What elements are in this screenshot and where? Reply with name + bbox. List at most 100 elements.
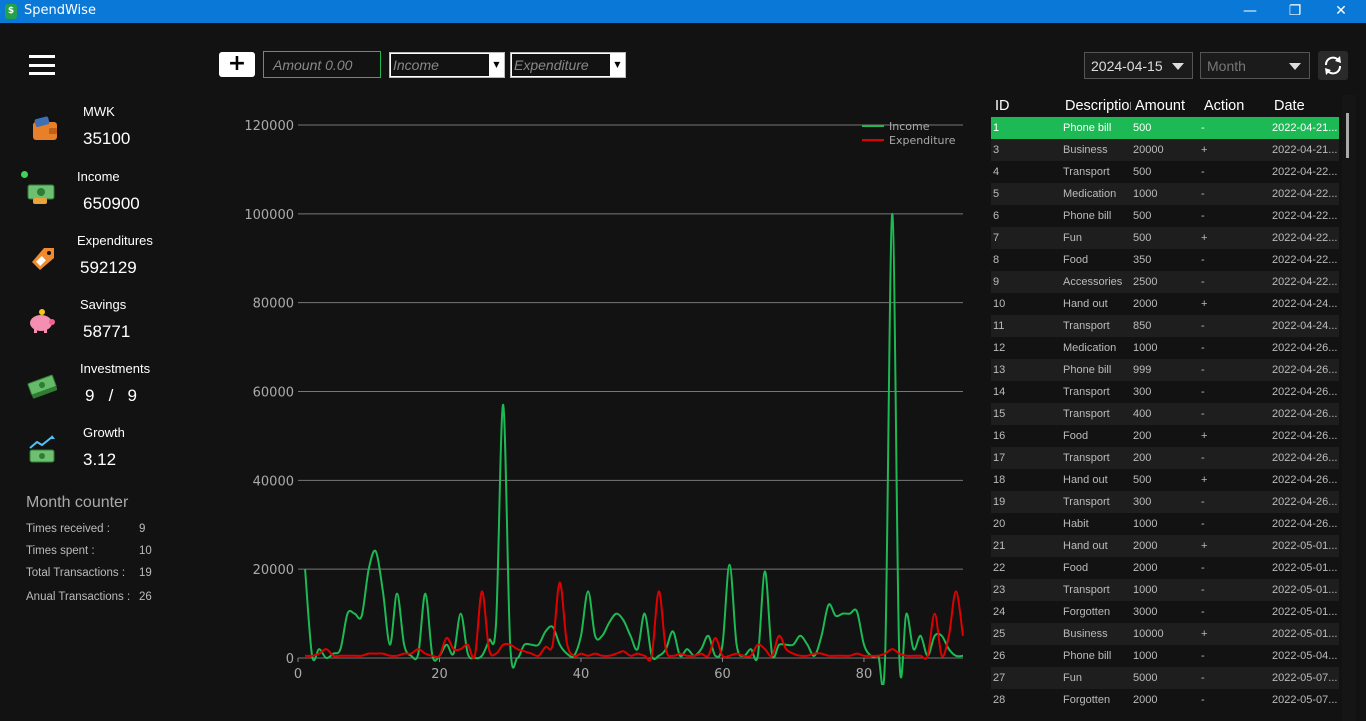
table-row[interactable]: 25 Business 10000 +2022-05-01... (991, 623, 1339, 645)
table-row[interactable]: 12 Medication 1000 - 2022-04-26... (991, 337, 1339, 359)
table-cell: Phone bill (1063, 122, 1112, 134)
table-cell: - (1201, 518, 1205, 530)
stat-value: 3.12 (83, 450, 117, 469)
table-cell: 3 (993, 144, 1000, 156)
date-value: 2024-04-15 (1091, 58, 1163, 74)
table-row[interactable]: 16 Food 200 +2022-04-26... (991, 425, 1339, 447)
table-row[interactable]: 27 Fun 5000 - 2022-05-07... (991, 667, 1339, 689)
table-row[interactable]: 10 Hand out 2000 +2022-04-24... (991, 293, 1339, 315)
y-tick-label: 60000 (253, 386, 294, 401)
table-cell: Transport (1063, 584, 1110, 596)
y-tick-label: 20000 (253, 563, 294, 578)
y-tick-label: 100000 (244, 208, 294, 223)
table-cell: 26 (993, 650, 1006, 662)
x-tick-label: 40 (573, 667, 590, 682)
table-cell: 2022-04-22... (1272, 166, 1338, 178)
dropdown-arrow-icon[interactable]: ▼ (610, 53, 625, 77)
table-cell: 2000 (1133, 694, 1158, 706)
table-row[interactable]: 22 Food 2000 - 2022-05-01... (991, 557, 1339, 579)
table-row[interactable]: 20 Habit 1000 - 2022-04-26... (991, 513, 1339, 535)
growth-chart-icon (29, 435, 55, 463)
table-cell: 500 (1133, 474, 1152, 486)
table-cell: 7 (993, 232, 1000, 244)
close-button[interactable]: ✕ (1318, 0, 1364, 23)
table-cell: 2022-04-26... (1272, 408, 1338, 420)
table-row[interactable]: 18 Hand out 500 +2022-04-26... (991, 469, 1339, 491)
table-cell: 18 (993, 474, 1006, 486)
chevron-down-icon (1172, 63, 1184, 70)
table-row[interactable]: 24 Forgotten 3000 - 2022-05-01... (991, 601, 1339, 623)
table-row[interactable]: 1 Phone bill 500 - 2022-04-21... (991, 117, 1339, 139)
table-cell: 1 (993, 122, 1000, 134)
table-row[interactable]: 11 Transport 850 - 2022-04-24... (991, 315, 1339, 337)
table-cell: 2022-05-01... (1272, 584, 1338, 596)
date-picker[interactable]: 2024-04-15 (1084, 52, 1193, 79)
table-row[interactable]: 23 Transport 1000 - 2022-05-01... (991, 579, 1339, 601)
table-row[interactable]: 28 Forgotten 2000 - 2022-05-07... (991, 689, 1339, 711)
table-cell: 2000 (1133, 562, 1158, 574)
table-cell: Habit (1063, 518, 1089, 530)
table-row[interactable]: 21 Hand out 2000 +2022-05-01... (991, 535, 1339, 557)
table-row[interactable]: 13 Phone bill 999 - 2022-04-26... (991, 359, 1339, 381)
table-cell: 2022-04-26... (1272, 474, 1338, 486)
table-row[interactable]: 15 Transport 400 - 2022-04-26... (991, 403, 1339, 425)
table-scrollbar[interactable] (1342, 95, 1356, 721)
table-body: 1 Phone bill 500 - 2022-04-21... 3 Business 200… (991, 117, 1339, 711)
table-cell: + (1201, 144, 1208, 156)
table-cell: 300 (1133, 386, 1152, 398)
expenditure-category-select[interactable]: Expenditure ▼ (510, 52, 626, 78)
month-value: Month (1207, 58, 1246, 74)
table-cell: Food (1063, 254, 1089, 266)
table-row[interactable]: 8 Food 350 - 2022-04-22... (991, 249, 1339, 271)
counter-value: 9 (139, 523, 146, 535)
table-cell: 13 (993, 364, 1006, 376)
income-category-select[interactable]: Income ▼ (389, 52, 505, 78)
dropdown-arrow-icon[interactable]: ▼ (489, 53, 504, 77)
table-cell: 2022-05-01... (1272, 540, 1338, 552)
table-row[interactable]: 4 Transport 500 - 2022-04-22... (991, 161, 1339, 183)
refresh-button[interactable] (1318, 51, 1348, 80)
column-header-id: ID (995, 98, 1010, 114)
app-logo-icon: $ (5, 4, 17, 19)
amount-input[interactable]: Amount 0.00 (263, 51, 381, 78)
counter-value: 10 (139, 545, 152, 557)
table-cell: 5 (993, 188, 1000, 200)
add-transaction-button[interactable]: + (219, 52, 255, 77)
table-cell: 2022-05-01... (1272, 628, 1338, 640)
table-cell: 27 (993, 672, 1006, 684)
table-cell: - (1201, 254, 1205, 266)
table-cell: - (1201, 210, 1205, 222)
minimize-button[interactable]: — (1227, 0, 1273, 23)
column-header-amount: Amount (1135, 98, 1185, 114)
table-cell: + (1201, 628, 1208, 640)
stat-label: Savings (80, 297, 127, 312)
month-counter-row: Times received : 9 (26, 523, 145, 535)
month-select[interactable]: Month (1200, 52, 1310, 79)
stat-label: Expenditures (77, 233, 153, 248)
table-row[interactable]: 5 Medication 1000 - 2022-04-22... (991, 183, 1339, 205)
menu-button[interactable] (29, 55, 55, 77)
table-row[interactable]: 3 Business 20000 +2022-04-21... (991, 139, 1339, 161)
series-line-expenditure (305, 581, 964, 662)
counter-value: 26 (139, 591, 152, 603)
table-row[interactable]: 14 Transport 300 - 2022-04-26... (991, 381, 1339, 403)
table-cell: 2022-04-26... (1272, 496, 1338, 508)
table-cell: 2022-04-26... (1272, 342, 1338, 354)
money-stack-icon (27, 374, 57, 399)
table-cell: Transport (1063, 386, 1110, 398)
stat-value: 592129 (80, 258, 137, 277)
table-row[interactable]: 7 Fun 500 +2022-04-22... (991, 227, 1339, 249)
table-row[interactable]: 17 Transport 200 - 2022-04-26... (991, 447, 1339, 469)
table-cell: 2022-04-22... (1272, 210, 1338, 222)
table-row[interactable]: 9 Accessories 2500 - 2022-04-22... (991, 271, 1339, 293)
scrollbar-thumb[interactable] (1346, 113, 1349, 158)
table-cell: 17 (993, 452, 1006, 464)
stat-value: 35100 (83, 129, 131, 148)
table-row[interactable]: 26 Phone bill 1000 - 2022-05-04... (991, 645, 1339, 667)
restore-button[interactable]: ❐ (1272, 0, 1318, 23)
table-cell: Transport (1063, 408, 1110, 420)
stat-label: Investments (80, 361, 151, 376)
table-row[interactable]: 19 Transport 300 - 2022-04-26... (991, 491, 1339, 513)
table-cell: Transport (1063, 496, 1110, 508)
table-row[interactable]: 6 Phone bill 500 - 2022-04-22... (991, 205, 1339, 227)
